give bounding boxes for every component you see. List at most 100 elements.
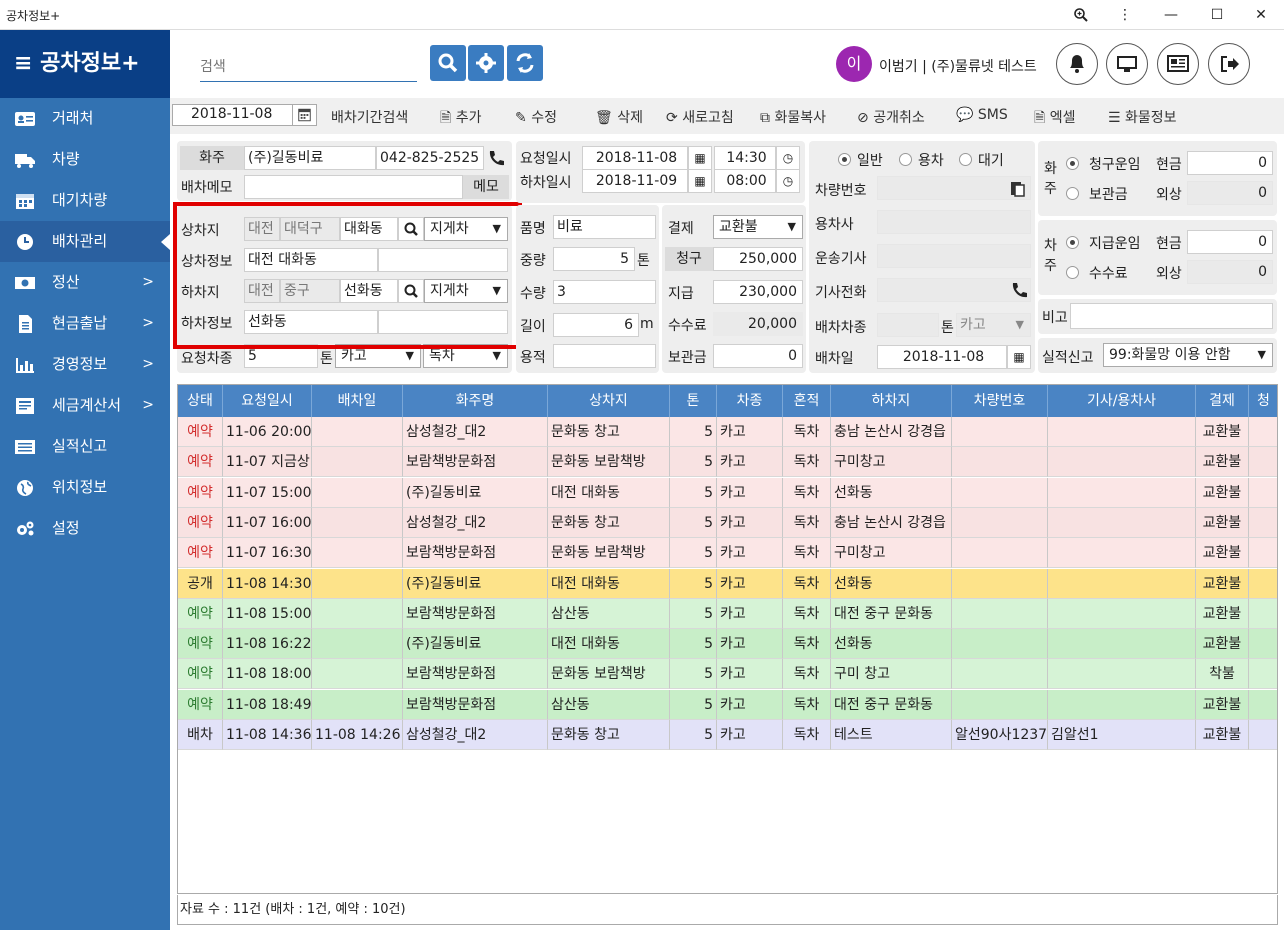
radio-hire[interactable]	[899, 153, 912, 166]
dispatch-car-select[interactable]: 카고 ▼	[956, 313, 1031, 337]
column-header[interactable]: 결제	[1196, 385, 1249, 417]
memo-field[interactable]	[244, 175, 463, 199]
radio-car-fee[interactable]	[1066, 266, 1079, 279]
notification-button[interactable]	[1056, 43, 1098, 85]
table-row[interactable]: 예약 11-08 18:00 보람책방문화점 문화동 보람책방 5 카고 독차 구미 창고 착불	[178, 659, 1277, 690]
delete-button[interactable]: 🗑 삭제	[595, 107, 643, 127]
sidebar-item-performance-report[interactable]: 실적신고	[0, 426, 170, 467]
refresh-button[interactable]	[507, 45, 543, 81]
radio-owner-bill[interactable]	[1066, 157, 1079, 170]
calendar-icon[interactable]: ▦	[1007, 345, 1031, 369]
maximize-icon[interactable]: ☐	[1194, 0, 1240, 30]
pay-select[interactable]: 교환불 ▼	[713, 215, 803, 239]
close-icon[interactable]: ✕	[1238, 0, 1284, 30]
table-row[interactable]: 예약 11-08 18:49 보람책방문화점 삼산동 5 카고 독차 대전 중구 문화동 교환불	[178, 689, 1277, 720]
clock-icon[interactable]: ◷	[776, 146, 800, 170]
req-date-field[interactable]: 2018-11-08	[582, 146, 688, 170]
sidebar-item-location[interactable]: 위치정보	[0, 467, 170, 508]
qty-field[interactable]: 3	[553, 280, 656, 304]
volume-field[interactable]	[553, 344, 656, 368]
column-header[interactable]: 차종	[717, 385, 783, 417]
monitor-button[interactable]	[1106, 43, 1148, 85]
cancel-public-button[interactable]: ⊘ 공개취소	[857, 107, 925, 127]
column-header[interactable]: 청	[1249, 385, 1277, 417]
table-row[interactable]: 예약 11-08 16:22 (주)길동비료 대전 대화동 5 카고 독차 선화동 교환불	[178, 629, 1277, 660]
search-button[interactable]	[430, 45, 466, 81]
column-header[interactable]: 화주명	[403, 385, 548, 417]
calendar-icon[interactable]: ▦	[688, 169, 712, 193]
table-row[interactable]: 예약 11-07 지금상 보람책방문화점 문화동 보람책방 5 카고 독차 구미창고 교환불	[178, 447, 1277, 478]
toolbar-date-field[interactable]: 2018-11-08	[172, 104, 317, 126]
driver-field[interactable]	[877, 244, 1031, 268]
brand-logo[interactable]: ≡ 공차정보+	[0, 30, 170, 98]
column-header[interactable]: 혼적	[783, 385, 831, 417]
shipper-phone-field[interactable]: 042-825-2525	[376, 146, 484, 170]
driver-phone-field[interactable]	[877, 278, 1031, 302]
req-time-field[interactable]: 14:30	[714, 146, 776, 170]
news-button[interactable]	[1157, 43, 1199, 85]
radio-owner-keep[interactable]	[1066, 187, 1079, 200]
weight-field[interactable]: 5	[553, 247, 635, 271]
sidebar-item-clients[interactable]: 거래처	[0, 98, 170, 139]
unload-date-field[interactable]: 2018-11-09	[582, 169, 688, 193]
column-header[interactable]: 요청일시	[223, 385, 312, 417]
column-header[interactable]: 차량번호	[952, 385, 1048, 417]
table-row[interactable]: 예약 11-07 16:30 보람책방문화점 문화동 보람책방 5 카고 독차 구미창고 교환불	[178, 538, 1277, 569]
settings-button[interactable]	[468, 45, 504, 81]
owner-cash-field[interactable]: 0	[1187, 151, 1273, 175]
sms-button[interactable]: 💬 SMS	[956, 107, 1008, 123]
phone-icon[interactable]	[1009, 281, 1029, 299]
clipboard-icon[interactable]	[1008, 179, 1026, 197]
search-input[interactable]	[200, 50, 417, 82]
radio-pay-fare[interactable]	[1066, 236, 1079, 249]
minimize-icon[interactable]: —	[1148, 0, 1194, 30]
memo-button[interactable]: 메모	[463, 175, 509, 199]
radio-wait[interactable]	[959, 153, 972, 166]
phone-icon[interactable]	[486, 149, 506, 167]
table-row[interactable]: 예약 11-08 15:00 보람책방문화점 삼산동 5 카고 독차 대전 중구 문화동 교환불	[178, 598, 1277, 629]
sidebar-item-settings[interactable]: 설정	[0, 508, 170, 549]
more-menu-icon[interactable]: ⋮	[1102, 0, 1148, 30]
unload-time-field[interactable]: 08:00	[714, 169, 776, 193]
column-header[interactable]: 배차일	[312, 385, 403, 417]
period-search-button[interactable]: 배차기간검색	[331, 107, 408, 127]
table-row[interactable]: 공개 11-08 14:30 (주)길동비료 대전 대화동 5 카고 독차 선화동 교환불	[178, 568, 1277, 599]
report-select[interactable]: 99:화물망 이용 안함 ▼	[1103, 343, 1273, 367]
bill-field[interactable]: 250,000	[713, 247, 803, 271]
sidebar-item-cashbook[interactable]: 현금출납 >	[0, 303, 170, 344]
table-row[interactable]: 배차 11-08 14:36 11-08 14:26 삼성철강_대2 문화동 창고 5 카고…	[178, 720, 1277, 750]
table-row[interactable]: 예약 11-07 16:00 삼성철강_대2 문화동 창고 5 카고 독차 충남 논산시 강경…	[178, 507, 1277, 538]
sidebar-item-vehicles[interactable]: 차량	[0, 139, 170, 180]
car-cash-field[interactable]: 0	[1187, 230, 1273, 254]
length-field[interactable]: 6	[553, 313, 639, 337]
item-field[interactable]: 비료	[553, 215, 656, 239]
column-header[interactable]: 톤	[670, 385, 717, 417]
sidebar-item-dispatch[interactable]: 배차관리	[0, 221, 170, 262]
logout-button[interactable]	[1208, 43, 1250, 85]
column-header[interactable]: 기사/용차사	[1048, 385, 1196, 417]
zoom-icon[interactable]	[1058, 0, 1104, 30]
avatar[interactable]: 이	[836, 46, 872, 82]
radio-normal[interactable]	[838, 153, 851, 166]
sidebar-item-waiting[interactable]: 대기차량	[0, 180, 170, 221]
give-field[interactable]: 230,000	[713, 280, 803, 304]
hamburger-icon[interactable]: ≡	[14, 51, 32, 76]
dispatch-ton-field[interactable]	[877, 313, 939, 337]
shipper-name-field[interactable]: (주)길동비료	[244, 146, 376, 170]
keep-field[interactable]: 0	[713, 344, 803, 368]
calendar-icon[interactable]: ▦	[688, 146, 712, 170]
sidebar-item-settlement[interactable]: 정산 >	[0, 262, 170, 303]
edit-button[interactable]: ✎ 수정	[515, 107, 557, 127]
column-header[interactable]: 하차지	[831, 385, 952, 417]
dispatch-date-field[interactable]: 2018-11-08	[877, 345, 1007, 369]
copy-cargo-button[interactable]: ⧉ 화물복사	[760, 107, 826, 127]
sidebar-item-tax-invoice[interactable]: 세금계산서 >	[0, 385, 170, 426]
note-field[interactable]	[1070, 303, 1273, 329]
table-row[interactable]: 예약 11-07 15:00 (주)길동비료 대전 대화동 5 카고 독차 선화동 교환불	[178, 477, 1277, 508]
calendar-icon[interactable]	[292, 105, 316, 125]
excel-button[interactable]: 🗎 엑셀	[1034, 107, 1075, 131]
add-button[interactable]: 🗎 추가	[440, 107, 481, 131]
refresh-list-button[interactable]: ⟳ 새로고침	[666, 107, 734, 127]
column-header[interactable]: 상차지	[548, 385, 670, 417]
column-header[interactable]: 상태	[178, 385, 223, 417]
